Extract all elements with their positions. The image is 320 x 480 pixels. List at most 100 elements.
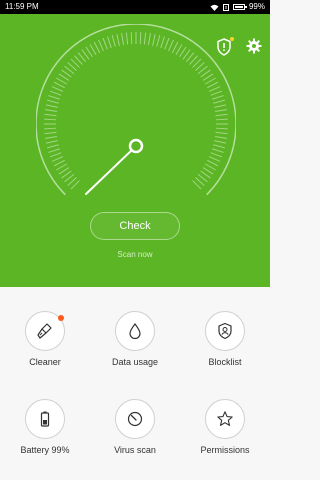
gauge-tick — [168, 39, 174, 52]
security-hero: Check Scan now — [0, 14, 270, 287]
gauge-tick — [53, 159, 65, 167]
tool-label: Virus scan — [114, 445, 156, 455]
gauge-tick — [45, 136, 58, 139]
gauge-tick — [58, 167, 70, 175]
status-bar: 11:59 PM x 99% — [0, 0, 270, 14]
status-time: 11:59 PM — [5, 2, 39, 11]
gauge-tick — [171, 41, 179, 53]
gauge-tick — [164, 37, 170, 50]
scan-now-link[interactable]: Scan now — [0, 250, 270, 259]
gauge-tick — [205, 77, 216, 85]
gauge-tick — [208, 86, 221, 92]
gauge-tick — [125, 32, 129, 45]
gauge-tick — [213, 144, 225, 149]
gauge-tick — [215, 127, 228, 130]
gauge-tick — [215, 118, 228, 121]
battery-icon — [40, 411, 50, 427]
gauge-tick — [56, 163, 67, 171]
gauge-tick — [202, 73, 214, 81]
cleaner-badge-dot — [58, 315, 64, 321]
gauge-tick — [89, 44, 97, 55]
security-gauge — [36, 24, 236, 196]
gauge-tick — [51, 156, 64, 162]
gauge-tick — [214, 136, 227, 139]
gauge-tick — [213, 99, 225, 104]
gauge-tick — [116, 33, 120, 46]
gauge-tick — [211, 148, 224, 153]
tool-cleaner[interactable]: Cleaner — [0, 287, 90, 367]
sim-icon: x — [222, 3, 229, 11]
gauge-tick — [45, 140, 58, 144]
gauge-ticks — [44, 32, 228, 190]
gauge-tick — [202, 167, 214, 175]
gauge-tick — [44, 127, 57, 130]
gauge-tick — [121, 33, 124, 46]
tool-blocklist[interactable]: Blocklist — [180, 287, 270, 367]
gauge-tick — [130, 32, 133, 45]
tool-label: Permissions — [200, 445, 250, 455]
gauge-tick — [175, 44, 183, 55]
gauge-tick — [48, 95, 61, 100]
tool-virus-scan[interactable]: Virus scan — [90, 375, 180, 455]
gauge-tick — [152, 33, 156, 46]
gauge-tick — [107, 36, 112, 49]
tool-label: Data usage — [111, 357, 159, 367]
gauge-tick — [208, 156, 221, 162]
drop-icon — [129, 323, 141, 340]
gauge-tick — [215, 113, 228, 117]
gauge-tick — [210, 152, 223, 158]
gauge-tick — [58, 73, 70, 81]
gauge-tick — [49, 152, 62, 158]
gauge-tick — [205, 163, 216, 171]
gauge-tick — [156, 35, 161, 47]
gauge-tick — [143, 32, 147, 45]
gauge-tick — [48, 148, 61, 153]
gauge-tick — [214, 109, 227, 112]
gauge-tick — [45, 109, 58, 112]
tool-data-usage[interactable]: Data usage — [90, 287, 180, 367]
gauge-tick — [44, 113, 57, 117]
gauge-tick — [102, 37, 108, 50]
battery-percent: 99% — [248, 2, 265, 11]
gauge-tick — [210, 90, 223, 96]
gauge-tick — [51, 86, 64, 92]
gauge-needle-hub — [128, 138, 144, 154]
gauge-tick — [45, 104, 58, 108]
gauge-tick — [47, 99, 59, 104]
gauge-tick — [207, 159, 219, 167]
gauge-needle — [85, 148, 134, 195]
battery-status-icon — [232, 4, 247, 10]
shield-user-icon — [218, 322, 232, 340]
star-icon — [217, 411, 233, 426]
tool-permissions[interactable]: Permissions — [180, 375, 270, 455]
gauge-tick — [44, 118, 57, 121]
broom-icon — [37, 323, 52, 339]
gauge-tick — [139, 32, 142, 45]
tool-battery[interactable]: Battery 99% — [0, 375, 90, 455]
gauge-tick — [49, 90, 62, 96]
check-button[interactable]: Check — [90, 212, 180, 240]
gauge-tick — [56, 77, 67, 85]
gauge-tick — [53, 81, 65, 89]
gauge-tick — [160, 36, 165, 49]
gauge-tick — [207, 81, 219, 89]
gauge-tick — [179, 46, 187, 58]
gauge-tick — [47, 144, 59, 149]
gauge-tick — [214, 104, 227, 108]
gear-icon — [246, 38, 262, 54]
gauge-tick — [211, 95, 224, 100]
gauge-tick — [93, 41, 101, 53]
gauge-tick — [85, 46, 93, 58]
gauge-tick — [148, 33, 151, 46]
tool-label: Cleaner — [29, 357, 61, 367]
wifi-icon — [210, 4, 219, 11]
status-icons: x 99% — [210, 0, 265, 14]
tools-grid: Cleaner Data usage Blocklist Battery 99%… — [0, 287, 270, 480]
settings-button[interactable] — [246, 38, 262, 54]
scan-dial-icon — [127, 411, 143, 427]
gauge-tick — [98, 39, 104, 52]
gauge-tick — [44, 131, 57, 135]
tool-label: Blocklist — [208, 357, 242, 367]
gauge-tick — [215, 131, 228, 135]
gauge-tick — [214, 140, 227, 144]
